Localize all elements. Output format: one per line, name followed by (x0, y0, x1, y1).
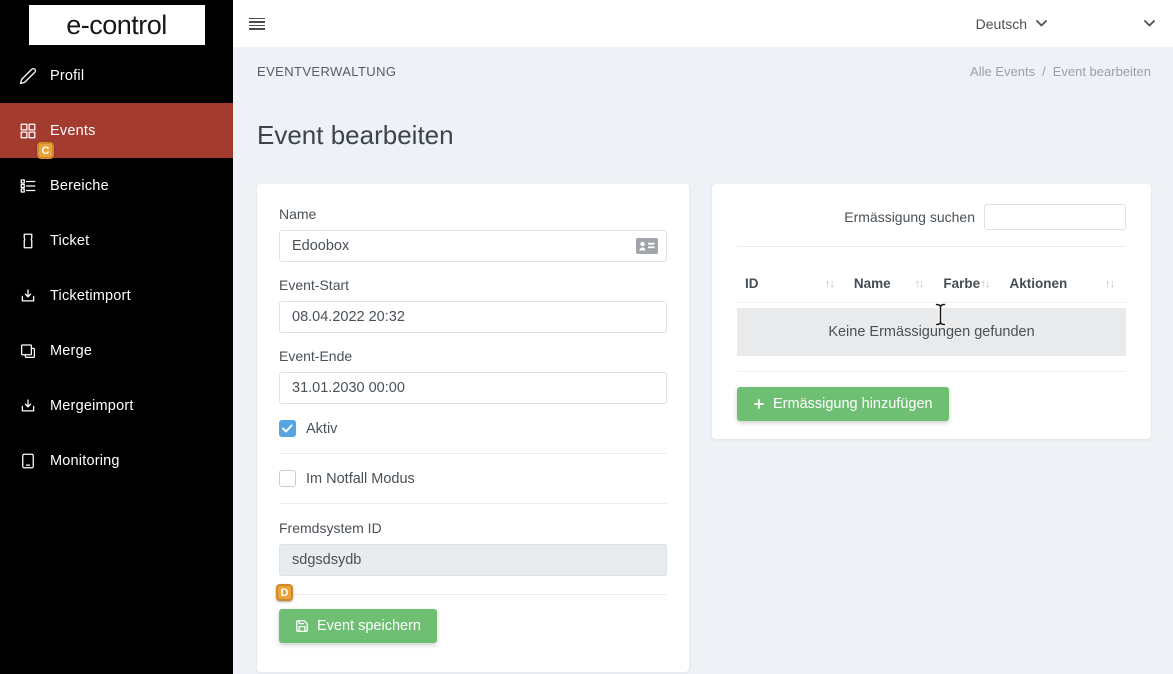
breadcrumb-link-alle-events[interactable]: Alle Events (970, 64, 1035, 79)
breadcrumb: EVENTVERWALTUNG Alle Events / Event bear… (233, 47, 1173, 96)
page-title: Event bearbeiten (257, 120, 1149, 151)
grid-icon (19, 122, 37, 140)
column-header-farbe[interactable]: Farbe ↑↓ (935, 276, 1001, 291)
event-start-label: Event-Start (279, 277, 667, 293)
discount-search-label: Ermässigung suchen (844, 209, 975, 225)
chevron-down-icon (1036, 20, 1047, 27)
chevron-down-icon (1144, 20, 1155, 27)
cards-row: Name Event-Start Event-Ende (233, 184, 1173, 672)
emergency-checkbox-row: Im Notfall Modus (279, 470, 667, 487)
discount-search-input[interactable] (984, 204, 1126, 230)
foreign-system-id-input (279, 544, 667, 576)
app-window: e-control Profil Events Bereiche (0, 0, 1173, 674)
sidebar: e-control Profil Events Bereiche (0, 0, 233, 674)
sidebar-nav: Profil Events Bereiche Ticket (0, 48, 233, 488)
sidebar-item-label: Monitoring (50, 453, 120, 469)
download-icon (19, 287, 37, 305)
user-menu-dropdown[interactable] (1144, 20, 1155, 27)
column-label: Name (854, 276, 891, 291)
sort-arrows-icon: ↑↓ (981, 278, 990, 290)
ticket-icon (19, 232, 37, 250)
sidebar-item-label: Events (50, 123, 96, 139)
contact-card-icon (636, 238, 658, 254)
breadcrumb-current: Event bearbeiten (1053, 64, 1151, 79)
name-input[interactable] (279, 230, 667, 262)
divider (279, 594, 667, 595)
event-form-card: Name Event-Start Event-Ende (257, 184, 689, 672)
active-checkbox-row: Aktiv (279, 420, 667, 437)
sidebar-item-label: Merge (50, 343, 92, 359)
column-label: ID (745, 276, 759, 291)
annotation-marker-c: C (37, 142, 54, 159)
column-header-id[interactable]: ID ↑↓ (737, 276, 846, 291)
column-label: Aktionen (1010, 276, 1068, 291)
copy-icon (19, 342, 37, 360)
tablet-icon (19, 452, 37, 470)
sort-arrows-icon: ↑↓ (914, 278, 923, 290)
language-dropdown[interactable]: Deutsch (976, 16, 1047, 32)
add-discount-button-label: Ermässigung hinzufügen (773, 396, 933, 412)
breadcrumb-separator: / (1042, 64, 1046, 79)
active-checkbox[interactable] (279, 420, 296, 437)
hamburger-menu-icon[interactable] (244, 12, 270, 36)
sidebar-item-label: Ticketimport (50, 288, 131, 304)
active-label: Aktiv (306, 421, 337, 437)
download-icon (19, 397, 37, 415)
sidebar-item-ticketimport[interactable]: Ticketimport (0, 268, 233, 323)
discount-search-row: Ermässigung suchen (737, 204, 1126, 230)
sidebar-item-bereiche[interactable]: Bereiche (0, 158, 233, 213)
emergency-mode-checkbox[interactable] (279, 470, 296, 487)
brand-logo[interactable]: e-control (29, 5, 205, 45)
column-header-name[interactable]: Name ↑↓ (846, 276, 935, 291)
event-end-label: Event-Ende (279, 348, 667, 364)
table-bottom-border (737, 356, 1126, 372)
content-area: EVENTVERWALTUNG Alle Events / Event bear… (233, 47, 1173, 672)
event-end-input[interactable] (279, 372, 667, 404)
sidebar-item-label: Bereiche (50, 178, 109, 194)
discounts-card: Ermässigung suchen ID ↑↓ Name ↑↓ (712, 184, 1151, 439)
save-event-button[interactable]: Event speichern (279, 609, 437, 643)
sidebar-item-monitoring[interactable]: Monitoring (0, 433, 233, 488)
save-event-button-label: Event speichern (317, 618, 421, 634)
empty-state-text: Keine Ermässigungen gefunden (828, 324, 1034, 340)
foreign-system-id-label: Fremdsystem ID (279, 520, 667, 536)
divider (737, 246, 1126, 247)
language-label: Deutsch (976, 16, 1027, 32)
topbar: Deutsch (233, 0, 1173, 47)
sidebar-item-merge[interactable]: Merge (0, 323, 233, 378)
name-label: Name (279, 206, 667, 222)
list-icon (19, 177, 37, 195)
discount-table-header: ID ↑↓ Name ↑↓ Farbe ↑↓ Aktionen (737, 263, 1126, 303)
column-header-aktionen[interactable]: Aktionen ↑↓ (1002, 276, 1126, 291)
add-discount-button[interactable]: Ermässigung hinzufügen (737, 387, 949, 421)
annotation-marker-d: D (276, 584, 293, 601)
main-area: Deutsch EVENTVERWALTUNG Alle Events / Ev… (233, 0, 1173, 674)
section-title: EVENTVERWALTUNG (257, 64, 396, 79)
event-start-input[interactable] (279, 301, 667, 333)
empty-state-row: Keine Ermässigungen gefunden (737, 308, 1126, 356)
sidebar-item-ticket[interactable]: Ticket (0, 213, 233, 268)
sort-arrows-icon: ↑↓ (825, 278, 834, 290)
pencil-icon (19, 67, 37, 85)
sidebar-item-mergeimport[interactable]: Mergeimport (0, 378, 233, 433)
sidebar-item-label: Profil (50, 68, 84, 84)
breadcrumb-trail: Alle Events / Event bearbeiten (970, 64, 1151, 79)
sidebar-item-events[interactable]: Events (0, 103, 233, 158)
divider (279, 503, 667, 504)
brand-logo-text: e-control (66, 10, 167, 41)
sidebar-item-profil[interactable]: Profil (0, 48, 233, 103)
sidebar-item-label: Mergeimport (50, 398, 134, 414)
column-label: Farbe (943, 276, 980, 291)
sidebar-item-label: Ticket (50, 233, 89, 249)
emergency-mode-label: Im Notfall Modus (306, 471, 415, 487)
divider (279, 453, 667, 454)
sort-arrows-icon: ↑↓ (1105, 278, 1114, 290)
